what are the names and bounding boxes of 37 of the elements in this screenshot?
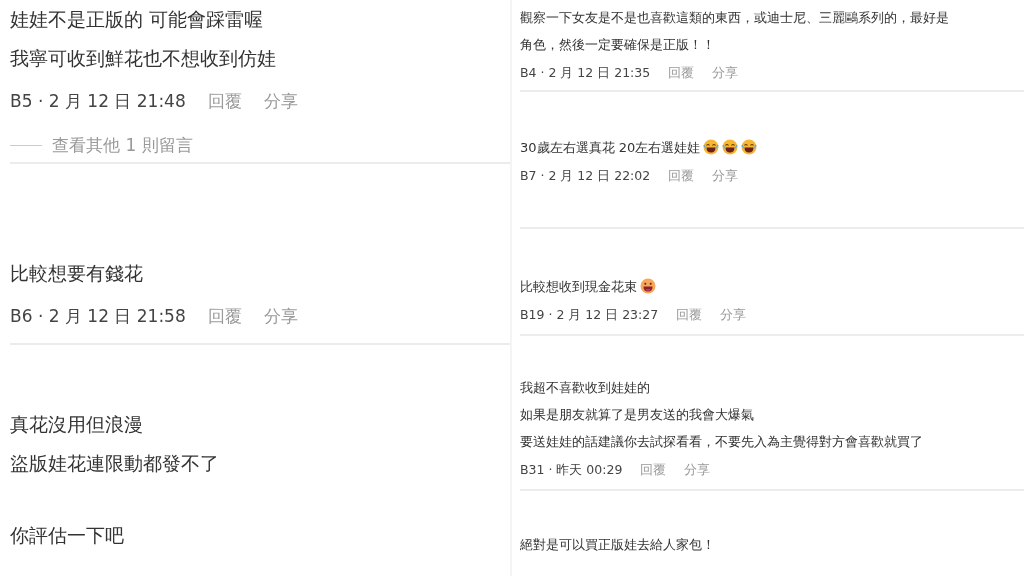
reply-link[interactable]: 回覆 bbox=[668, 165, 695, 187]
grinning-emoji-icon bbox=[640, 278, 656, 294]
comment-text: 絕對是可以買正版娃去給人家包！ bbox=[520, 536, 716, 554]
comment-meta: B6 · 2 月 12 日 21:58 bbox=[10, 305, 186, 328]
comment-meta: B19 · 2 月 12 日 23:27 bbox=[520, 306, 659, 324]
reply-link[interactable]: 回覆 bbox=[668, 62, 695, 84]
comment-text: 娃娃不是正版的 可能會踩雷喔 bbox=[10, 7, 265, 32]
comment-text: 你評估一下吧 bbox=[10, 523, 125, 548]
comment-meta: B4 · 2 月 12 日 21:35 bbox=[520, 64, 651, 82]
reply-link[interactable]: 回覆 bbox=[207, 86, 242, 116]
share-link[interactable]: 分享 bbox=[712, 62, 739, 84]
share-link[interactable]: 分享 bbox=[263, 301, 298, 331]
reply-link[interactable]: 回覆 bbox=[676, 304, 703, 326]
reply-link[interactable]: 回覆 bbox=[207, 301, 242, 331]
comment-text: 我寧可收到鮮花也不想收到仿娃 bbox=[10, 46, 277, 71]
view-replies-link[interactable]: 查看其他 1 則留言 bbox=[52, 130, 193, 160]
comment-text: 30歲左右選真花 20左右選娃娃 bbox=[520, 140, 701, 155]
laughing-emoji-icon bbox=[703, 139, 720, 155]
share-link[interactable]: 分享 bbox=[720, 304, 747, 326]
comment-meta: B31 · 昨天 00:29 bbox=[520, 461, 623, 479]
comment-text: 如果是朋友就算了是男友送的我會大爆氣 bbox=[520, 406, 755, 424]
comment-text: 我超不喜歡收到娃娃的 bbox=[520, 379, 651, 397]
comment-meta: B7 · 2 月 12 日 22:02 bbox=[520, 167, 651, 185]
comment-text: 真花沒用但浪漫 bbox=[10, 412, 144, 437]
comment-text: 盜版娃花連限動都發不了 bbox=[10, 451, 220, 476]
comment-meta: B5 · 2 月 12 日 21:48 bbox=[10, 90, 186, 113]
laughing-emoji-icon bbox=[722, 139, 739, 155]
comment-text: 比較想要有錢花 bbox=[10, 261, 144, 286]
share-link[interactable]: 分享 bbox=[684, 459, 711, 481]
share-link[interactable]: 分享 bbox=[712, 165, 739, 187]
laughing-emoji-icon bbox=[741, 139, 758, 155]
share-link[interactable]: 分享 bbox=[263, 86, 298, 116]
comment-text: 要送娃娃的話建議你去試探看看，不要先入為主覺得對方會喜歡就買了 bbox=[520, 433, 924, 451]
comment-text: 比較想收到現金花束 bbox=[520, 279, 637, 294]
comment-text: 角色，然後一定要確保是正版！！ bbox=[520, 36, 716, 54]
reply-link[interactable]: 回覆 bbox=[640, 459, 667, 481]
comment-text: 觀察一下女友是不是也喜歡這類的東西，或迪士尼、三麗鷗系列的，最好是 bbox=[520, 9, 950, 27]
